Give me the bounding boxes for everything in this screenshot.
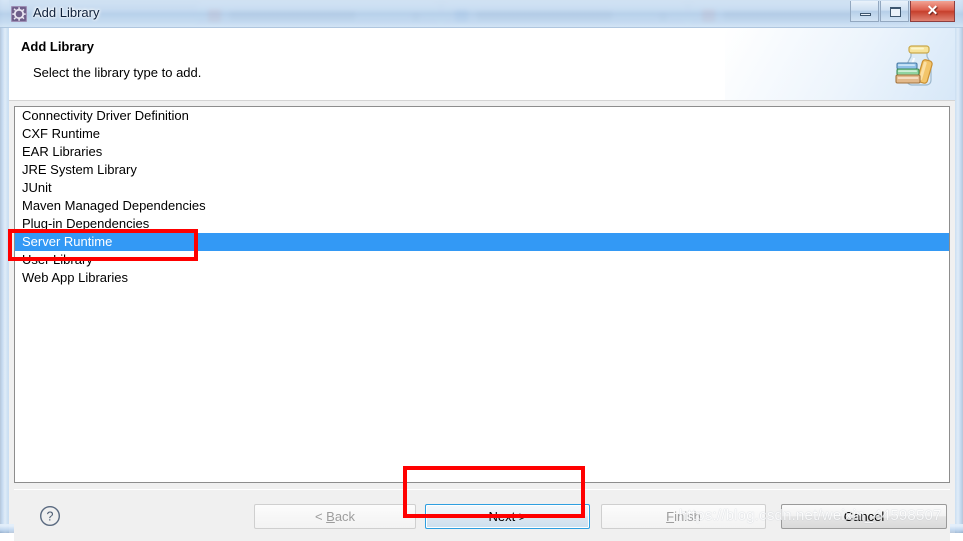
minimize-icon (860, 13, 871, 16)
finish-button-label: Finish (666, 509, 701, 524)
eclipse-gear-icon (11, 6, 27, 22)
dialog-button-bar: ? < Back Next > Finish Cancel (14, 489, 950, 541)
next-button[interactable]: Next > (425, 504, 590, 529)
minimize-button[interactable] (850, 1, 879, 22)
page-title: Add Library (21, 39, 94, 54)
cancel-button-label: Cancel (843, 509, 885, 524)
window-title: Add Library (33, 5, 100, 20)
list-item[interactable]: CXF Runtime (15, 125, 949, 143)
window-frame-right (955, 0, 963, 533)
list-item[interactable]: Connectivity Driver Definition (15, 107, 949, 125)
list-item[interactable]: User Library (15, 251, 949, 269)
cancel-button[interactable]: Cancel (781, 504, 947, 529)
list-item[interactable]: Maven Managed Dependencies (15, 197, 949, 215)
jar-library-icon (887, 36, 945, 94)
add-library-window: Add Library ✕ Add Library Select the lib… (0, 0, 963, 541)
close-button[interactable]: ✕ (910, 1, 955, 22)
list-item[interactable]: Server Runtime (15, 233, 949, 251)
list-item[interactable]: EAR Libraries (15, 143, 949, 161)
list-item[interactable]: Plug-in Dependencies (15, 215, 949, 233)
back-button-label: < Back (314, 509, 356, 524)
restore-icon (890, 7, 901, 17)
library-type-list[interactable]: Connectivity Driver Definition CXF Runtim… (14, 106, 950, 483)
list-item[interactable]: JUnit (15, 179, 949, 197)
maximize-button[interactable] (880, 1, 909, 22)
window-titlebar[interactable]: Add Library ✕ (0, 0, 963, 28)
list-item[interactable]: Web App Libraries (15, 269, 949, 287)
help-icon[interactable]: ? (39, 505, 61, 527)
svg-text:?: ? (47, 510, 54, 524)
back-button[interactable]: < Back (254, 504, 416, 529)
list-item[interactable]: JRE System Library (15, 161, 949, 179)
dialog-body: Add Library Select the library type to a… (9, 28, 955, 541)
close-icon: ✕ (926, 2, 939, 18)
page-subtitle: Select the library type to add. (33, 65, 202, 80)
next-button-label: Next > (488, 509, 527, 524)
window-controls: ✕ (850, 1, 955, 22)
finish-button[interactable]: Finish (601, 504, 766, 529)
window-frame-left (0, 0, 9, 533)
wizard-banner: Add Library Select the library type to a… (9, 28, 955, 101)
